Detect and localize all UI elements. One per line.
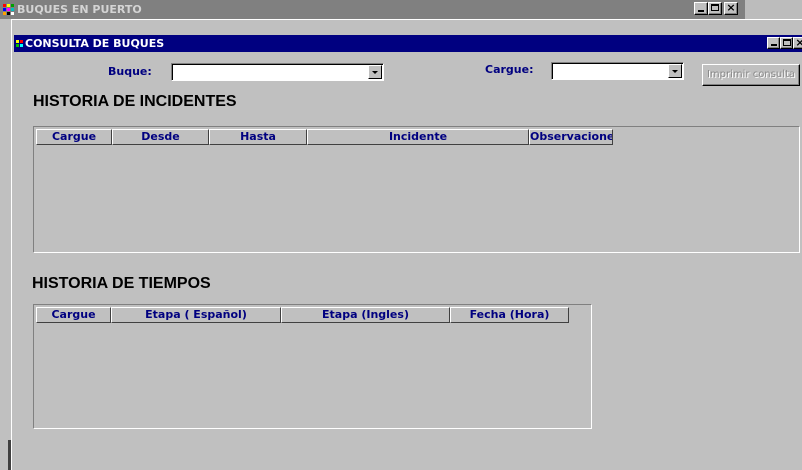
column-header-cargue[interactable]: Cargue (36, 307, 111, 323)
tiempos-title: HISTORIA DE TIEMPOS (32, 275, 211, 292)
close-icon: × (795, 36, 802, 49)
document-icon (16, 40, 23, 47)
consulta-title: CONSULTA DE BUQUES (25, 37, 165, 50)
minimize-icon (771, 44, 777, 46)
maximize-icon (783, 39, 791, 46)
minimize-icon (698, 10, 704, 12)
maximize-icon (711, 4, 719, 11)
incidentes-header: Cargue Desde Hasta Incidente Observacion… (36, 129, 613, 145)
child-maximize-button[interactable] (780, 37, 793, 49)
minimize-button[interactable] (694, 2, 708, 15)
child-minimize-button[interactable] (767, 37, 780, 49)
incidentes-title: HISTORIA DE INCIDENTES (33, 93, 237, 110)
close-icon: × (726, 1, 736, 14)
maximize-button[interactable] (708, 2, 722, 15)
chevron-down-icon[interactable] (668, 64, 682, 78)
column-header-desde[interactable]: Desde (112, 129, 209, 145)
app-title-bar[interactable]: BUQUES EN PUERTO × (0, 0, 802, 19)
chevron-down-icon[interactable] (368, 65, 382, 79)
buque-label: Buque: (108, 65, 152, 78)
cargue-select[interactable] (551, 62, 684, 80)
column-header-incidente[interactable]: Incidente (307, 129, 529, 145)
column-header-etapa-ingles[interactable]: Etapa (Ingles) (281, 307, 450, 323)
column-header-observaciones[interactable]: Observaciones (529, 129, 613, 145)
incidentes-grid[interactable]: Cargue Desde Hasta Incidente Observacion… (33, 126, 800, 253)
tiempos-grid[interactable]: Cargue Etapa ( Español) Etapa (Ingles) F… (33, 304, 592, 429)
column-header-hasta[interactable]: Hasta (209, 129, 307, 145)
column-header-etapa-espanol[interactable]: Etapa ( Español) (111, 307, 281, 323)
print-button[interactable]: Imprimir consulta (702, 64, 800, 86)
app-icon (3, 4, 15, 15)
tiempos-header: Cargue Etapa ( Español) Etapa (Ingles) F… (36, 307, 569, 323)
child-close-button[interactable]: × (793, 36, 802, 49)
column-header-cargue[interactable]: Cargue (36, 129, 112, 145)
cargue-label: Cargue: (485, 63, 534, 76)
app-title: BUQUES EN PUERTO (17, 3, 142, 16)
column-header-fecha-hora[interactable]: Fecha (Hora) (450, 307, 569, 323)
consulta-title-bar[interactable]: CONSULTA DE BUQUES × (14, 35, 802, 52)
buque-select[interactable] (171, 63, 384, 81)
close-button[interactable]: × (724, 1, 738, 15)
